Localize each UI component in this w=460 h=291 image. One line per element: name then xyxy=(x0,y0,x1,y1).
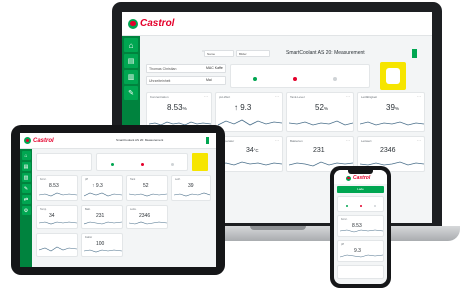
status-panel xyxy=(96,153,188,171)
settings-icon[interactable]: ⚙ xyxy=(21,206,31,215)
tile-temperature[interactable]: Temp. 34 xyxy=(36,205,78,229)
laptop-notch xyxy=(250,226,306,230)
product-thumbnail xyxy=(192,153,208,171)
tablet-dashboard: Castrol SmartCoolant AS 20: Measurement … xyxy=(20,133,216,267)
phone-dashboard: Castrol Lade Konz. 8.53 pH 9.3 xyxy=(334,170,387,284)
status-dot-grey xyxy=(333,77,337,81)
info-value-1: MAC Kaffe xyxy=(206,66,223,70)
sparkline xyxy=(174,192,210,197)
status-dot-grey xyxy=(171,163,174,166)
status-panel xyxy=(230,64,370,88)
tile-value: 8.53 xyxy=(49,183,59,189)
status-dot-green xyxy=(253,77,257,81)
dots-icon[interactable]: ⋯ xyxy=(417,138,421,143)
document-icon[interactable]: ▤ xyxy=(21,162,31,171)
status-dot-red xyxy=(293,77,297,81)
home-icon[interactable]: ⌂ xyxy=(124,38,138,52)
status-dot-green xyxy=(111,163,114,166)
tile-conductance[interactable]: Leitw. 2346 xyxy=(126,205,168,229)
name-value[interactable]: Bilder xyxy=(236,50,270,57)
tile-ph[interactable]: pH ↑ 9.3 xyxy=(81,175,123,201)
sparkline xyxy=(84,249,122,253)
dots-icon[interactable]: ⋯ xyxy=(275,94,279,99)
sparkline xyxy=(360,121,424,126)
status-indicator xyxy=(412,49,417,58)
status-indicator xyxy=(206,137,209,144)
tile-value: 34°C xyxy=(246,147,259,154)
status-dot-red xyxy=(141,163,144,166)
document-icon[interactable]: ▤ xyxy=(124,54,138,68)
sparkline xyxy=(340,229,383,233)
chart-icon[interactable]: ▥ xyxy=(124,70,138,84)
tile-value: 39% xyxy=(386,103,400,112)
tile-concentration[interactable]: Konz. 8.53 xyxy=(36,175,78,201)
dots-icon[interactable]: ⋯ xyxy=(417,94,421,99)
home-icon[interactable]: ⌂ xyxy=(21,151,31,160)
sparkline xyxy=(39,221,77,225)
tile-value: 8.53% xyxy=(167,103,187,112)
tile-value: 52% xyxy=(315,103,329,112)
status-dot-green xyxy=(346,205,348,207)
brand-logo[interactable]: Castrol xyxy=(128,18,174,29)
brand-logo[interactable]: Castrol xyxy=(346,175,370,181)
tile-chart-a[interactable] xyxy=(36,233,78,257)
tile-value: 52 xyxy=(143,183,149,189)
edit-icon[interactable]: ✎ xyxy=(21,184,31,193)
dots-icon[interactable]: ⋯ xyxy=(204,94,208,99)
tile-value: 2346 xyxy=(380,147,396,154)
sparkline xyxy=(340,254,383,258)
phone-notch xyxy=(348,170,373,174)
sparkline xyxy=(289,120,353,126)
tile-tank-level[interactable]: Tank 52 xyxy=(126,175,168,201)
dots-icon[interactable]: ⋯ xyxy=(275,138,279,143)
sparkline xyxy=(129,193,167,197)
window-title: SmartCoolant AS 20: Measurement xyxy=(286,50,365,56)
share-icon[interactable]: ⇄ xyxy=(21,195,31,204)
tile-value: ↑ 9.3 xyxy=(234,103,252,112)
dots-icon[interactable]: ⋯ xyxy=(346,138,350,143)
product-thumbnail xyxy=(380,62,406,90)
tile-conductivity[interactable]: Leitfähigkeit ⋯ 39% xyxy=(357,92,425,132)
tile-temperature[interactable]: Temperatur ⋯ 34°C xyxy=(215,136,283,172)
chart-icon[interactable]: ▥ xyxy=(21,173,31,182)
dots-icon[interactable]: ⋯ xyxy=(346,94,350,99)
name-field[interactable]: Name xyxy=(204,50,234,57)
tablet-header: Castrol SmartCoolant AS 20: Measurement xyxy=(20,133,216,149)
status-panel xyxy=(337,196,384,212)
tile-conductivity[interactable]: Leitf. 39 xyxy=(171,175,211,201)
canister-icon xyxy=(386,68,400,84)
tile-value: ↑ 9.3 xyxy=(92,183,103,189)
status-dot-red xyxy=(360,205,362,207)
tile-value: 39 xyxy=(188,183,194,189)
sidebar-nav: ⌂ ▤ ▥ ✎ ⇄ ⚙ xyxy=(20,149,32,267)
castrol-logo-icon xyxy=(24,137,31,144)
sparkline xyxy=(129,221,167,225)
tile-bacteria[interactable]: Bakt. 231 xyxy=(81,205,123,229)
tile-concentration[interactable]: Konz. 8.53 xyxy=(337,215,384,237)
app-header: Castrol xyxy=(122,12,432,52)
sparkline xyxy=(39,192,77,197)
sparkline xyxy=(84,221,122,225)
info-field-2[interactable]: Uhrzeiteinheit xyxy=(146,76,226,85)
sparkline xyxy=(218,119,282,126)
status-dot-grey xyxy=(374,205,376,207)
sparkline xyxy=(218,161,282,166)
load-button[interactable]: Lade xyxy=(337,186,384,193)
tile-chart-b[interactable] xyxy=(337,265,384,279)
sparkline xyxy=(84,192,122,197)
info-value-2: Mai xyxy=(206,78,212,82)
tile-ph[interactable]: pH 9.3 xyxy=(337,240,384,262)
castrol-logo-icon xyxy=(128,18,138,29)
sparkline xyxy=(39,246,77,252)
tile-ph[interactable]: pH-Wert ⋯ ↑ 9.3 xyxy=(215,92,283,132)
tile-tank-level[interactable]: Tank-Level ⋯ 52% xyxy=(286,92,354,132)
brand-logo[interactable]: Castrol xyxy=(24,137,54,144)
tile-value: 231 xyxy=(313,147,325,154)
info-panel xyxy=(36,153,92,171)
window-title: SmartCoolant AS 20: Measurement xyxy=(116,138,164,142)
edit-icon[interactable]: ✎ xyxy=(124,86,138,100)
tile-factor[interactable]: Faktor 100 xyxy=(81,233,123,257)
castrol-logo-icon xyxy=(346,175,351,181)
